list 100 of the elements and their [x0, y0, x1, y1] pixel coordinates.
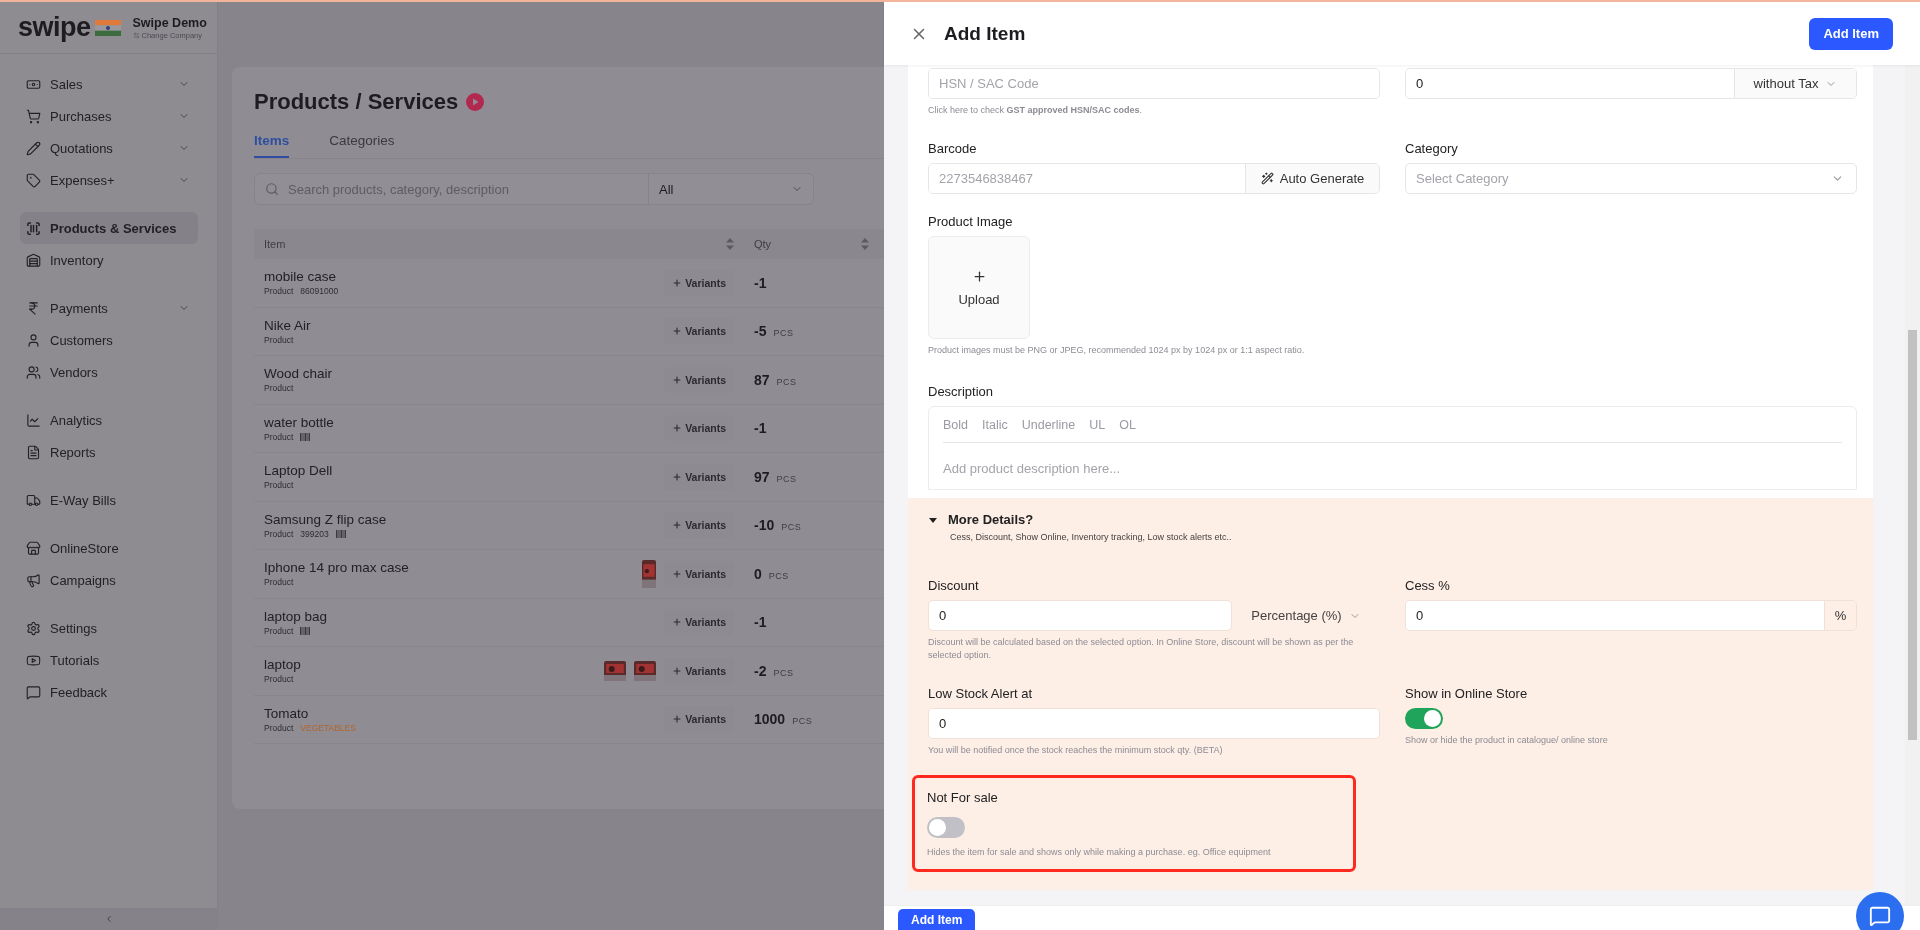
video-play-icon	[26, 652, 41, 668]
scrollbar[interactable]	[1905, 65, 1920, 905]
sidebar-label: Inventory	[50, 252, 105, 268]
sort-icon[interactable]	[726, 238, 734, 250]
item-name[interactable]: Iphone 14 pro max case	[264, 560, 635, 576]
format-button[interactable]: UL	[1089, 417, 1106, 432]
sidebar-item[interactable]: Analytics	[20, 404, 198, 436]
sidebar-label: Tutorials	[50, 652, 101, 668]
plus-icon	[672, 714, 683, 725]
online-store-hint: Show or hide the product in catalogue/ online store	[1405, 734, 1608, 747]
price-field[interactable]: 0 without Tax	[1405, 68, 1857, 99]
plus-icon	[672, 277, 683, 288]
sidebar-item[interactable]: Inventory	[20, 244, 198, 276]
sort-icon[interactable]	[861, 238, 869, 250]
plus-icon	[672, 568, 683, 579]
barcode-icon	[300, 626, 311, 635]
sidebar-item[interactable]: Feedback	[20, 676, 198, 708]
sidebar-label: Sales	[50, 76, 84, 92]
qty-value: -1	[754, 420, 767, 437]
sidebar-item[interactable]: Campaigns	[20, 564, 198, 596]
plus-icon	[672, 423, 683, 434]
qty-unit: PCS	[776, 473, 797, 484]
sidebar-item[interactable]: Settings	[20, 612, 198, 644]
hsn-hint: Click here to check GST approved HSN/SAC codes.	[928, 104, 1144, 117]
not-for-sale-switch[interactable]	[927, 817, 965, 838]
sidebar-label: Purchases	[50, 108, 113, 124]
more-details-subtitle: Cess, Discount, Show Online, Inventory tracking, Low stock alerts etc..	[950, 532, 1233, 542]
item-category: VEGETABLES	[300, 722, 356, 733]
barcode-icon	[335, 529, 346, 538]
field-label: Product Image	[928, 214, 1014, 229]
category-select[interactable]: Select Category	[1405, 163, 1857, 194]
sidebar-item[interactable]: OnlineStore	[20, 532, 198, 564]
format-button[interactable]: OL	[1119, 417, 1136, 432]
sidebar-item[interactable]: Vendors	[20, 356, 198, 388]
sidebar-item[interactable]: Customers	[20, 324, 198, 356]
low-stock-field[interactable]: 0	[928, 708, 1380, 739]
online-store-switch[interactable]	[1405, 708, 1443, 729]
sidebar-item[interactable]: E-Way Bills	[20, 484, 198, 516]
item-name[interactable]: laptop	[264, 657, 597, 673]
field-label: Category	[1405, 141, 1459, 156]
barcode-field[interactable]: 2273546838467 Auto Generate	[928, 163, 1380, 194]
plus-icon	[672, 471, 683, 482]
chat-button[interactable]	[1856, 892, 1904, 930]
item-type: Product	[264, 722, 294, 733]
sidebar-item[interactable]: Expenses+	[20, 164, 198, 196]
add-item-button[interactable]: Add Item	[898, 909, 976, 930]
auto-generate-button[interactable]: Auto Generate	[1245, 164, 1379, 193]
qty-value: 97	[754, 468, 770, 485]
item-name[interactable]: Samsung Z flip case	[264, 511, 657, 527]
swap-icon	[132, 31, 140, 39]
format-button[interactable]: Underline	[1021, 417, 1076, 432]
sidebar-item[interactable]: Reports	[20, 436, 198, 468]
hsn-field[interactable]: HSN / SAC Code	[928, 68, 1380, 99]
item-name[interactable]: mobile case	[264, 269, 657, 285]
sidebar-item[interactable]: Purchases	[20, 100, 198, 132]
sidebar-item[interactable]: Products & Services	[20, 212, 198, 244]
field-label: Description	[928, 384, 995, 399]
qty-unit: PCS	[781, 522, 802, 533]
item-name[interactable]: laptop bag	[264, 608, 657, 624]
discount-field[interactable]: 0	[928, 600, 1232, 631]
item-type: Product	[264, 431, 294, 442]
item-name[interactable]: Tomato	[264, 705, 657, 721]
sidebar-label: Expenses+	[50, 172, 116, 188]
item-name[interactable]: Laptop Dell	[264, 463, 657, 479]
barcode-icon	[300, 432, 311, 441]
tab[interactable]: Categories	[329, 129, 395, 158]
qty-unit: PCS	[768, 570, 789, 581]
item-name[interactable]: water bottle	[264, 414, 657, 430]
sidebar-item[interactable]: Sales	[20, 68, 198, 100]
filter-select[interactable]: All	[649, 181, 813, 197]
sidebar-label: Customers	[50, 332, 114, 348]
description-editor[interactable]: Bold Italic Underline UL OL Add product description here...	[928, 406, 1857, 490]
item-type: Product	[264, 480, 294, 491]
brand-logo[interactable]: swipe	[18, 12, 91, 43]
qty-unit: PCS	[773, 328, 794, 339]
sidebar-label: Analytics	[50, 412, 104, 428]
tax-mode-select[interactable]: without Tax	[1734, 69, 1856, 98]
qty-value: -1	[754, 274, 767, 291]
company-name[interactable]: Swipe Demo	[132, 15, 207, 30]
qty-unit: PCS	[773, 667, 794, 678]
more-details-toggle[interactable]: More Details?	[928, 512, 1857, 527]
sidebar-item[interactable]: Tutorials	[20, 644, 198, 676]
add-item-button[interactable]: Add Item	[1809, 17, 1893, 50]
field-label: Barcode	[928, 141, 978, 156]
field-label: Not For sale	[927, 790, 998, 805]
play-icon[interactable]	[466, 93, 485, 111]
format-button[interactable]: Bold	[943, 417, 969, 432]
upload-button[interactable]: Upload	[928, 236, 1030, 339]
sidebar-item[interactable]: Quotations	[20, 132, 198, 164]
item-name[interactable]: Nike Air	[264, 317, 657, 333]
format-button[interactable]: Italic	[982, 417, 1008, 432]
item-type: Product	[264, 286, 294, 297]
sidebar-item[interactable]: Payments	[20, 292, 198, 324]
item-name[interactable]: Wood chair	[264, 366, 657, 382]
cart-icon	[26, 108, 41, 124]
item-type: Product	[264, 625, 294, 636]
users-icon	[26, 364, 41, 380]
qty-value: 0	[754, 565, 762, 582]
plus-icon	[672, 326, 683, 337]
cess-field[interactable]: 0 %	[1405, 600, 1857, 631]
